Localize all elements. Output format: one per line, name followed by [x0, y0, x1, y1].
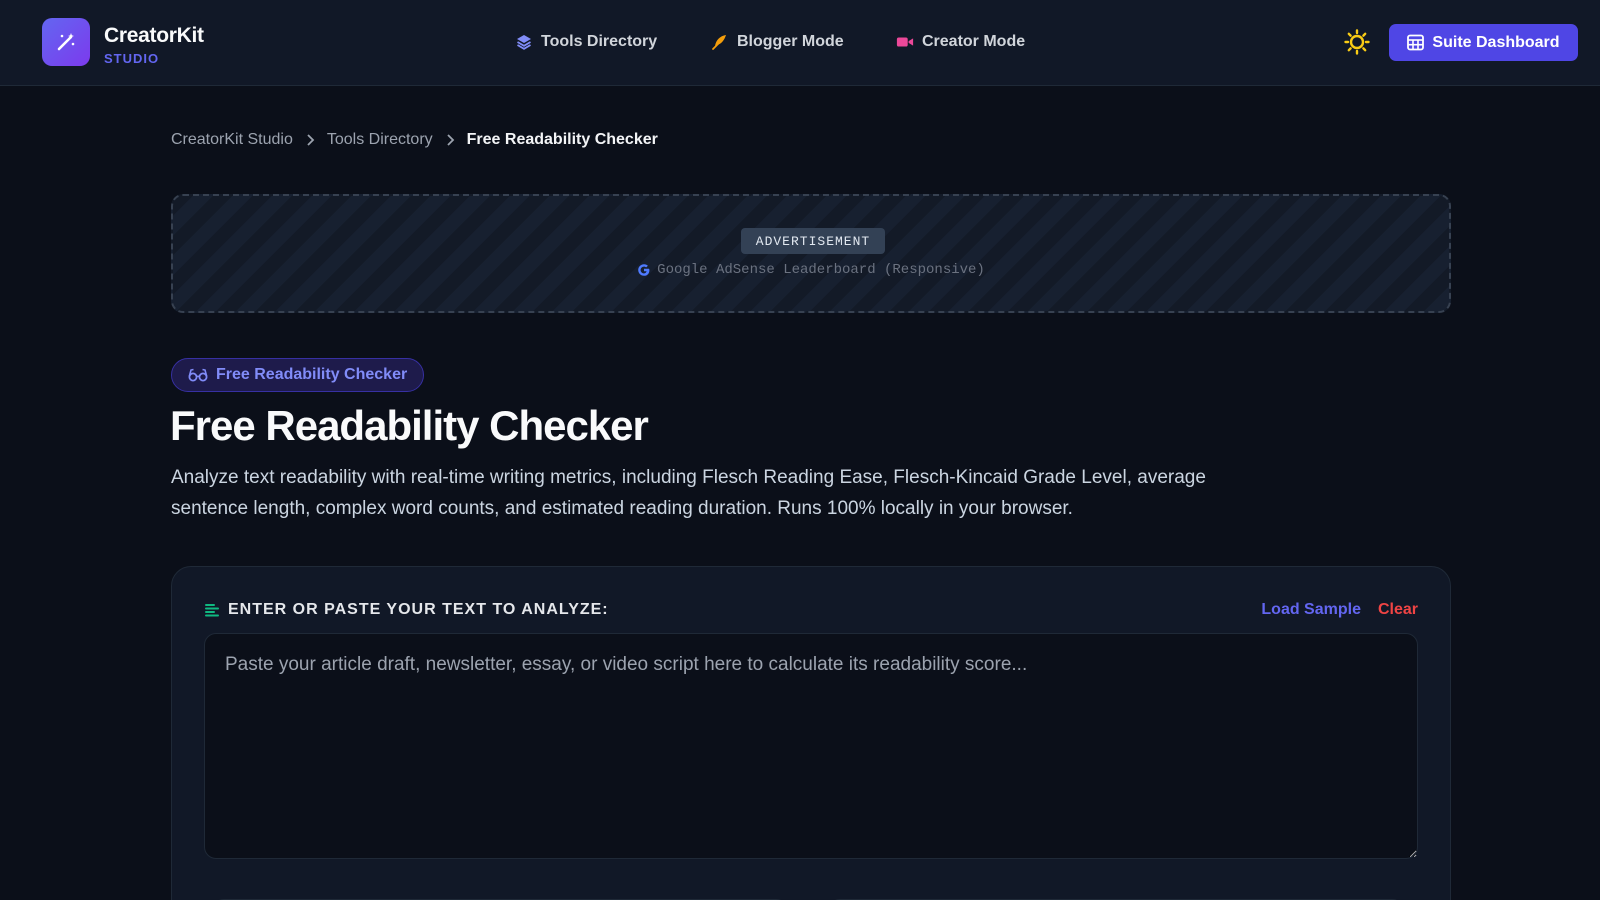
breadcrumb-home[interactable]: CreatorKit Studio	[171, 131, 293, 149]
nav-tools-directory[interactable]: Tools Directory	[515, 30, 657, 54]
advertisement-text: Google AdSense Leaderboard (Responsive)	[173, 262, 1449, 278]
brand-subtitle: STUDIO	[104, 51, 160, 66]
nav-blogger-mode[interactable]: Blogger Mode	[711, 30, 844, 54]
layers-icon	[515, 33, 533, 51]
top-navbar: CreatorKit STUDIO Tools Directory Blogge…	[0, 0, 1600, 86]
tool-badge: Free Readability Checker	[171, 358, 425, 392]
text-input-card: ENTER OR PASTE YOUR TEXT TO ANALYZE: Loa…	[171, 566, 1451, 900]
page-description: Analyze text readability with real-time …	[171, 467, 1206, 519]
advertisement-description: Google AdSense Leaderboard (Responsive)	[657, 262, 985, 278]
chevron-right-icon	[305, 133, 315, 147]
advertisement-label: ADVERTISEMENT	[741, 228, 885, 254]
chevron-right-icon	[445, 133, 455, 147]
nav-label: Blogger Mode	[737, 33, 844, 50]
glasses-icon	[188, 368, 208, 382]
text-input-area[interactable]	[204, 633, 1418, 859]
editor-heading-label: ENTER OR PASTE YOUR TEXT TO ANALYZE:	[228, 601, 609, 618]
suite-dashboard-button[interactable]: Suite Dashboard	[1389, 24, 1578, 61]
breadcrumb-current: Free Readability Checker	[466, 131, 658, 148]
nav-label: Creator Mode	[922, 33, 1026, 50]
magic-wand-icon	[57, 33, 75, 51]
feather-icon	[711, 33, 729, 51]
advertisement-banner[interactable]: ADVERTISEMENT Google AdSense Leaderboard…	[171, 194, 1451, 313]
editor-heading: ENTER OR PASTE YOUR TEXT TO ANALYZE:	[204, 599, 609, 621]
clear-button[interactable]: Clear	[1378, 601, 1418, 619]
breadcrumb: CreatorKit Studio Tools Directory Free R…	[171, 129, 658, 151]
nav-creator-mode[interactable]: Creator Mode	[896, 30, 1025, 54]
theme-toggle-button[interactable]	[1344, 29, 1370, 55]
nav-label: Tools Directory	[541, 33, 658, 50]
video-icon	[896, 33, 914, 51]
sun-icon	[1344, 29, 1370, 55]
align-left-icon	[205, 604, 219, 617]
load-sample-button[interactable]: Load Sample	[1261, 601, 1361, 619]
grid-icon	[1407, 34, 1425, 51]
logo[interactable]	[42, 18, 90, 66]
google-icon	[638, 264, 650, 276]
suite-dashboard-label: Suite Dashboard	[1432, 33, 1560, 51]
editor-actions: Load Sample Clear	[1261, 599, 1418, 621]
tool-badge-label: Free Readability Checker	[216, 366, 408, 383]
brand-name[interactable]: CreatorKit	[104, 24, 204, 48]
page-title: Free Readability Checker	[170, 402, 649, 449]
breadcrumb-tools-directory[interactable]: Tools Directory	[327, 131, 433, 149]
